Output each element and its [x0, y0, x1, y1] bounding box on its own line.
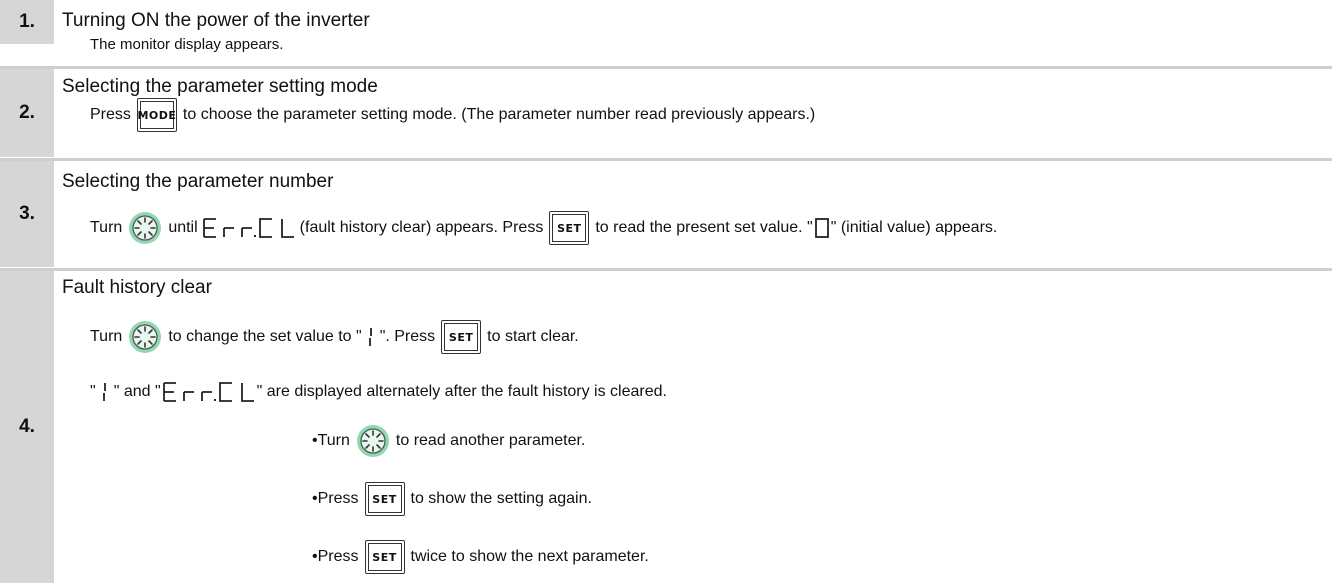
step-3-number-cell: 3. [0, 161, 54, 267]
set-key[interactable]: SET [364, 482, 405, 516]
step-2-press: Press [90, 106, 131, 123]
step-3-initial-text: " (initial value) appears. [830, 219, 998, 236]
step-1-number-cell: 1. [0, 0, 54, 44]
step-2-number-cell: 2. [0, 69, 54, 157]
separator-1 [0, 66, 1332, 69]
step-4-line-1: Turn to change the set value to " ". Pre… [90, 318, 579, 356]
step-1-number: 1. [19, 11, 35, 32]
step-1-title: Turning ON the power of the inverter [62, 10, 370, 31]
step-4-start-clear: to start clear. [487, 328, 579, 345]
set-key[interactable]: SET [549, 211, 590, 245]
err-cl-display-icon [202, 218, 295, 238]
bullet-2-press: •Press [312, 490, 359, 507]
bullet-3-press: •Press [312, 548, 359, 565]
step-4-title: Fault history clear [62, 277, 212, 298]
setting-dial-icon[interactable] [128, 320, 163, 354]
step-3-turn: Turn [90, 219, 123, 236]
set-key[interactable]: SET [441, 320, 482, 354]
separator-2 [0, 158, 1332, 161]
step-3-number: 3. [19, 203, 35, 224]
step-2-title: Selecting the parameter setting mode [62, 76, 378, 97]
step-3-until: until [168, 219, 198, 236]
bullet-1-turn: •Turn [312, 432, 350, 449]
set-key-label: SET [367, 485, 402, 513]
set-key-label: SET [444, 323, 479, 351]
step-4-alternate-text: " are displayed alternately after the fa… [256, 383, 667, 400]
one-display-icon [368, 327, 372, 347]
step-4-bullet-1: •Turn to read another parameter. [312, 422, 585, 460]
step-4-bullet-3: •Press SET twice to show the next parame… [312, 538, 649, 576]
step-3-title: Selecting the parameter number [62, 171, 334, 192]
separator-3 [0, 268, 1332, 271]
step-4-and: " and " [113, 383, 161, 400]
step-1-text: The monitor display appears. [90, 36, 283, 53]
step-4-number-cell: 4. [0, 271, 54, 583]
bullet-1-text: to read another parameter. [395, 432, 586, 449]
step-2-line: Press MODE to choose the parameter setti… [90, 96, 815, 134]
step-2-number: 2. [19, 102, 35, 123]
bullet-3-text: twice to show the next parameter. [410, 548, 649, 565]
step-4-line-2: " " and " " are displayed alternately af… [90, 377, 667, 407]
step-3-fault-clear-text: (fault history clear) appears. Press [299, 219, 544, 236]
set-key-label: SET [367, 543, 402, 571]
mode-key-label: MODE [137, 101, 176, 129]
step-3-read-text: to read the present set value. " [595, 219, 813, 236]
step-4-number: 4. [19, 416, 35, 437]
step-4-change-text: to change the set value to " [168, 328, 362, 345]
set-key-label: SET [552, 214, 587, 242]
step-4-press-text: ". Press [379, 328, 436, 345]
step-2-description: to choose the parameter setting mode. (T… [182, 106, 816, 123]
setting-dial-icon[interactable] [356, 424, 390, 458]
one-display-icon [102, 382, 106, 402]
setting-dial-icon[interactable] [128, 211, 163, 245]
mode-key[interactable]: MODE [136, 98, 177, 132]
set-key[interactable]: SET [364, 540, 405, 574]
step-1-description: The monitor display appears. [90, 36, 284, 53]
step-4-quote-open: " [90, 383, 96, 400]
step-4-turn: Turn [90, 328, 123, 345]
err-cl-display-icon [162, 382, 255, 402]
step-3-line: Turn until (fault history clear) appears… [90, 209, 997, 247]
bullet-2-text: to show the setting again. [410, 490, 592, 507]
zero-display-icon [814, 218, 829, 238]
step-4-bullet-2: •Press SET to show the setting again. [312, 480, 592, 518]
